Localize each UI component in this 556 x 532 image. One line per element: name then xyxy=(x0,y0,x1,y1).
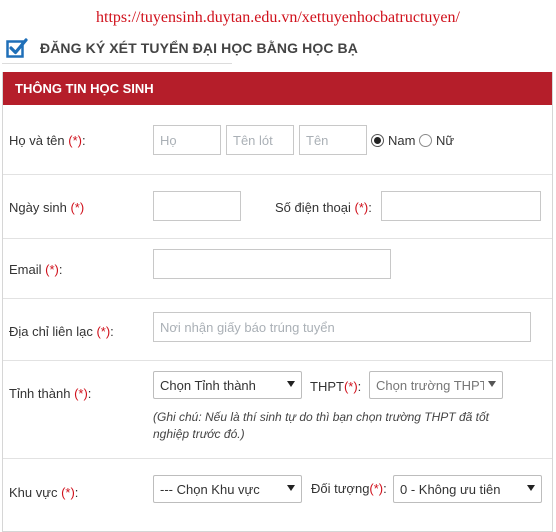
region-label: Khu vực (*): xyxy=(9,485,79,500)
form-heading: ĐĂNG KÝ XÉT TUYỂN ĐẠI HỌC BẰNG HỌC BẠ xyxy=(6,36,358,60)
full-name-label: Họ và tên (*): xyxy=(9,133,86,148)
priority-label: Đối tượng(*): xyxy=(311,481,387,496)
caret-down-icon xyxy=(488,381,496,387)
address-label: Địa chỉ liên lạc (*): xyxy=(9,324,114,339)
checkbox-checked-icon xyxy=(6,38,28,58)
caret-down-icon xyxy=(527,485,535,491)
school-note: (Ghi chú: Nếu là thí sinh tự do thì bạn … xyxy=(153,410,489,441)
email-label: Email (*): xyxy=(9,262,63,277)
row-full-name: Họ và tên (*): Nam Nữ xyxy=(3,105,552,174)
row-region-priority: Khu vực (*): --- Chọn Khu vực Đối tượng(… xyxy=(3,458,552,532)
section-title: THÔNG TIN HỌC SINH xyxy=(15,81,154,96)
gender-female-radio[interactable] xyxy=(419,134,432,147)
last-name-input[interactable] xyxy=(153,125,221,155)
address-input[interactable] xyxy=(153,312,531,342)
school-select[interactable]: Chọn trường THPT xyxy=(369,371,503,399)
gender-male-label[interactable]: Nam xyxy=(388,133,415,148)
form-title: ĐĂNG KÝ XÉT TUYỂN ĐẠI HỌC BẰNG HỌC BẠ xyxy=(40,40,358,56)
email-input[interactable] xyxy=(153,249,391,279)
row-dob-phone: Ngày sinh (*) Số điện thoại (*): xyxy=(3,174,552,238)
dob-label: Ngày sinh (*) xyxy=(9,200,85,215)
first-name-input[interactable] xyxy=(299,125,367,155)
province-select[interactable]: Chọn Tỉnh thành xyxy=(153,371,302,399)
gender-male-radio[interactable] xyxy=(371,134,384,147)
region-select[interactable]: --- Chọn Khu vực xyxy=(153,475,302,503)
priority-select[interactable]: 0 - Không ưu tiên xyxy=(393,475,542,503)
caret-down-icon xyxy=(287,381,295,387)
province-label: Tỉnh thành (*): xyxy=(9,386,92,401)
heading-divider xyxy=(2,63,232,64)
phone-input[interactable] xyxy=(381,191,541,221)
school-label: THPT(*): xyxy=(310,379,362,394)
section-header: THÔNG TIN HỌC SINH xyxy=(3,72,552,105)
page-url[interactable]: https://tuyensinh.duytan.edu.vn/xettuyen… xyxy=(0,9,556,27)
row-address: Địa chỉ liên lạc (*): xyxy=(3,298,552,360)
row-email: Email (*): xyxy=(3,238,552,298)
student-info-panel: THÔNG TIN HỌC SINH Họ và tên (*): Nam Nữ… xyxy=(2,72,553,532)
middle-name-input[interactable] xyxy=(226,125,294,155)
row-province-school: Tỉnh thành (*): Chọn Tỉnh thành THPT(*):… xyxy=(3,360,552,458)
phone-label: Số điện thoại (*): xyxy=(275,200,372,215)
dob-input[interactable] xyxy=(153,191,241,221)
gender-female-label[interactable]: Nữ xyxy=(436,133,454,148)
caret-down-icon xyxy=(287,485,295,491)
